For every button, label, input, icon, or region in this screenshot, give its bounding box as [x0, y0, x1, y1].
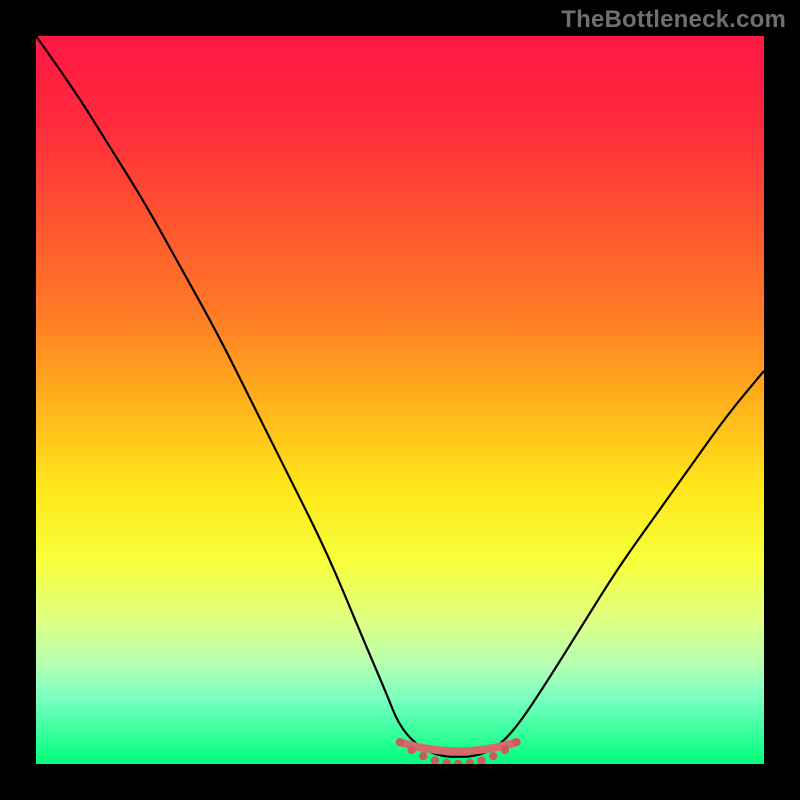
bottleneck-chart	[0, 0, 800, 800]
watermark-text: TheBottleneck.com	[561, 6, 786, 34]
gradient-background	[36, 36, 764, 764]
chart-frame: { "watermark": "TheBottleneck.com", "col…	[0, 0, 800, 800]
